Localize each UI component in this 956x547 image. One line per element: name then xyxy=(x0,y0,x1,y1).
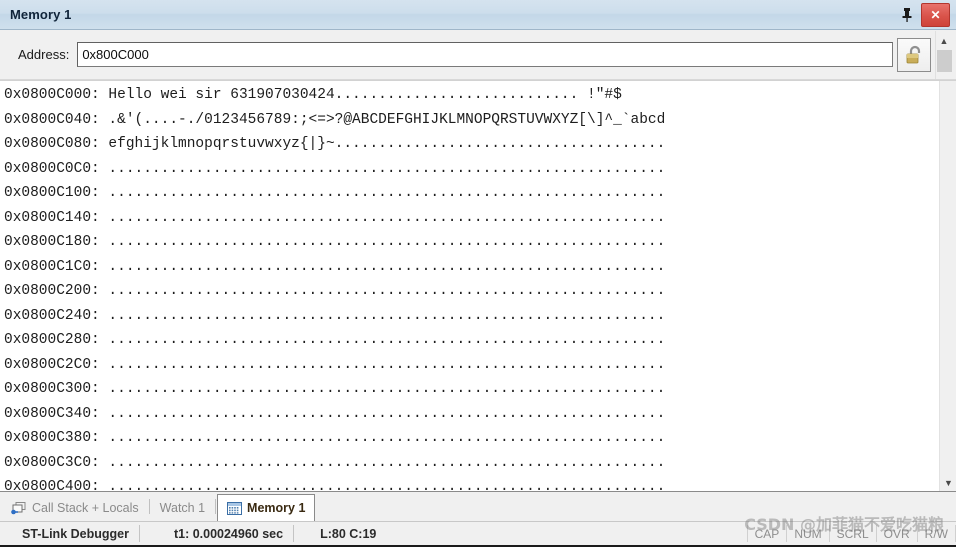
memory-row-address: 0x0800C140: xyxy=(4,209,100,226)
status-flag: SCRL xyxy=(830,525,877,542)
scroll-up-button[interactable]: ▲ xyxy=(935,32,953,50)
window-titlebar: Memory 1 ✕ xyxy=(0,0,956,30)
memory-row[interactable]: 0x0800C100: ............................… xyxy=(4,181,939,206)
memory-row[interactable]: 0x0800C080: efghijklmnopqrstuvwxyz{|}~..… xyxy=(4,132,939,157)
tab-call-stack-locals[interactable]: Call Stack + Locals xyxy=(2,495,148,521)
hex-dump-pane[interactable]: 0x0800C000: Hello wei sir 631907030424..… xyxy=(0,81,939,491)
memory-row-bytes: ........................................… xyxy=(99,454,666,471)
memory-row-bytes: ........................................… xyxy=(99,258,666,275)
memory-row[interactable]: 0x0800C380: ............................… xyxy=(4,426,939,451)
memory-row[interactable]: 0x0800C140: ............................… xyxy=(4,206,939,231)
memory-row-bytes: ........................................… xyxy=(99,209,666,226)
memory-row-bytes: .&'(....-./0123456789:;<=>?@ABCDEFGHIJKL… xyxy=(99,111,666,128)
memory-row-address: 0x0800C3C0: xyxy=(4,454,100,471)
tab-label: Watch 1 xyxy=(159,501,206,515)
call-stack-icon xyxy=(11,501,27,515)
status-flag: OVR xyxy=(877,525,918,542)
memory-row[interactable]: 0x0800C240: ............................… xyxy=(4,304,939,329)
status-debugger: ST-Link Debugger xyxy=(22,526,129,541)
memory-row-address: 0x0800C100: xyxy=(4,185,100,201)
scroll-down-button[interactable]: ▼ xyxy=(940,474,956,491)
memory-row-address: 0x0800C400: xyxy=(4,479,100,491)
pin-icon[interactable] xyxy=(895,3,919,27)
status-flag: NUM xyxy=(787,525,830,542)
memory-row-address: 0x0800C340: xyxy=(4,405,100,422)
memory-row-address: 0x0800C200: xyxy=(4,283,100,299)
memory-row-bytes: ........................................… xyxy=(99,405,666,422)
tab-watch-1[interactable]: Watch 1 xyxy=(151,495,214,521)
memory-row-address: 0x0800C080: xyxy=(4,136,100,152)
memory-grid-icon xyxy=(227,501,243,515)
status-time: t1: 0.00024960 sec xyxy=(173,526,284,541)
memory-row[interactable]: 0x0800C280: ............................… xyxy=(4,328,939,353)
tab-label: Call Stack + Locals xyxy=(32,501,139,515)
scrollbar-thumb[interactable] xyxy=(936,49,952,72)
status-flags: CAP NUM SCRL OVR R/W xyxy=(746,525,956,542)
memory-row-address: 0x0800C380: xyxy=(4,430,100,446)
memory-row[interactable]: 0x0800C1C0: ............................… xyxy=(4,255,939,280)
memory-row-bytes: ........................................… xyxy=(99,307,666,324)
unlocked-padlock-icon[interactable] xyxy=(897,37,931,72)
memory-row-address: 0x0800C1C0: xyxy=(4,258,100,275)
address-toolbar: Address: ▲ xyxy=(0,30,956,80)
bottom-tabstrip: Call Stack + Locals Watch 1 Memory 1 xyxy=(0,491,956,522)
memory-row-bytes: ........................................… xyxy=(99,479,666,491)
memory-row[interactable]: 0x0800C0C0: ............................… xyxy=(4,157,939,182)
memory-row-bytes: ........................................… xyxy=(99,185,666,201)
memory-row-bytes: ........................................… xyxy=(99,356,666,373)
status-flag: R/W xyxy=(918,525,956,542)
memory-row-bytes: ........................................… xyxy=(99,381,666,397)
tab-divider xyxy=(215,499,217,514)
address-label: Address: xyxy=(18,47,70,62)
page-title: Memory 1 xyxy=(10,7,72,22)
memory-row-bytes: ........................................… xyxy=(99,332,666,348)
scrollbar-top-section: ▲ xyxy=(935,30,953,79)
memory-row-bytes: ........................................… xyxy=(99,283,666,299)
memory-row-bytes: ........................................… xyxy=(99,430,666,446)
memory-row-bytes: ........................................… xyxy=(99,234,666,250)
memory-row[interactable]: 0x0800C400: ............................… xyxy=(4,475,939,491)
memory-row[interactable]: 0x0800C340: ............................… xyxy=(4,402,939,427)
close-button[interactable]: ✕ xyxy=(921,2,950,27)
titlebar-buttons: ✕ xyxy=(895,2,954,27)
memory-row[interactable]: 0x0800C000: Hello wei sir 631907030424..… xyxy=(4,83,939,108)
memory-row-address: 0x0800C180: xyxy=(4,234,100,250)
memory-row-address: 0x0800C240: xyxy=(4,307,100,324)
memory-row[interactable]: 0x0800C200: ............................… xyxy=(4,279,939,304)
memory-row-address: 0x0800C2C0: xyxy=(4,356,100,373)
address-input[interactable] xyxy=(77,42,893,67)
memory-scrollbar[interactable]: ▼ xyxy=(939,81,956,491)
memory-row-bytes: efghijklmnopqrstuvwxyz{|}~..............… xyxy=(99,136,666,152)
tab-memory-1[interactable]: Memory 1 xyxy=(217,494,316,522)
memory-row-address: 0x0800C000: xyxy=(4,87,100,103)
memory-row-address: 0x0800C300: xyxy=(4,381,100,397)
memory-row-bytes: Hello wei sir 631907030424..............… xyxy=(99,87,622,103)
memory-view: 0x0800C000: Hello wei sir 631907030424..… xyxy=(0,80,956,491)
memory-row-bytes: ........................................… xyxy=(99,160,666,177)
tab-divider xyxy=(148,499,150,514)
status-bar: ST-Link Debugger t1: 0.00024960 sec L:80… xyxy=(0,515,956,547)
memory-window: Memory 1 ✕ Address: 0x800C000 ▲ 0x0800C0… xyxy=(0,0,956,547)
memory-row-address: 0x0800C040: xyxy=(4,111,100,128)
memory-row[interactable]: 0x0800C300: ............................… xyxy=(4,377,939,402)
memory-row-address: 0x0800C0C0: xyxy=(4,160,100,177)
status-cursor-position: L:80 C:19 xyxy=(320,526,377,541)
memory-row[interactable]: 0x0800C3C0: ............................… xyxy=(4,451,939,476)
status-flag: CAP xyxy=(746,525,788,542)
memory-row[interactable]: 0x0800C180: ............................… xyxy=(4,230,939,255)
memory-row[interactable]: 0x0800C2C0: ............................… xyxy=(4,353,939,378)
memory-row[interactable]: 0x0800C040: .&'(....-./0123456789:;<=>?@… xyxy=(4,108,939,133)
tab-label: Memory 1 xyxy=(247,501,306,515)
memory-row-address: 0x0800C280: xyxy=(4,332,100,348)
